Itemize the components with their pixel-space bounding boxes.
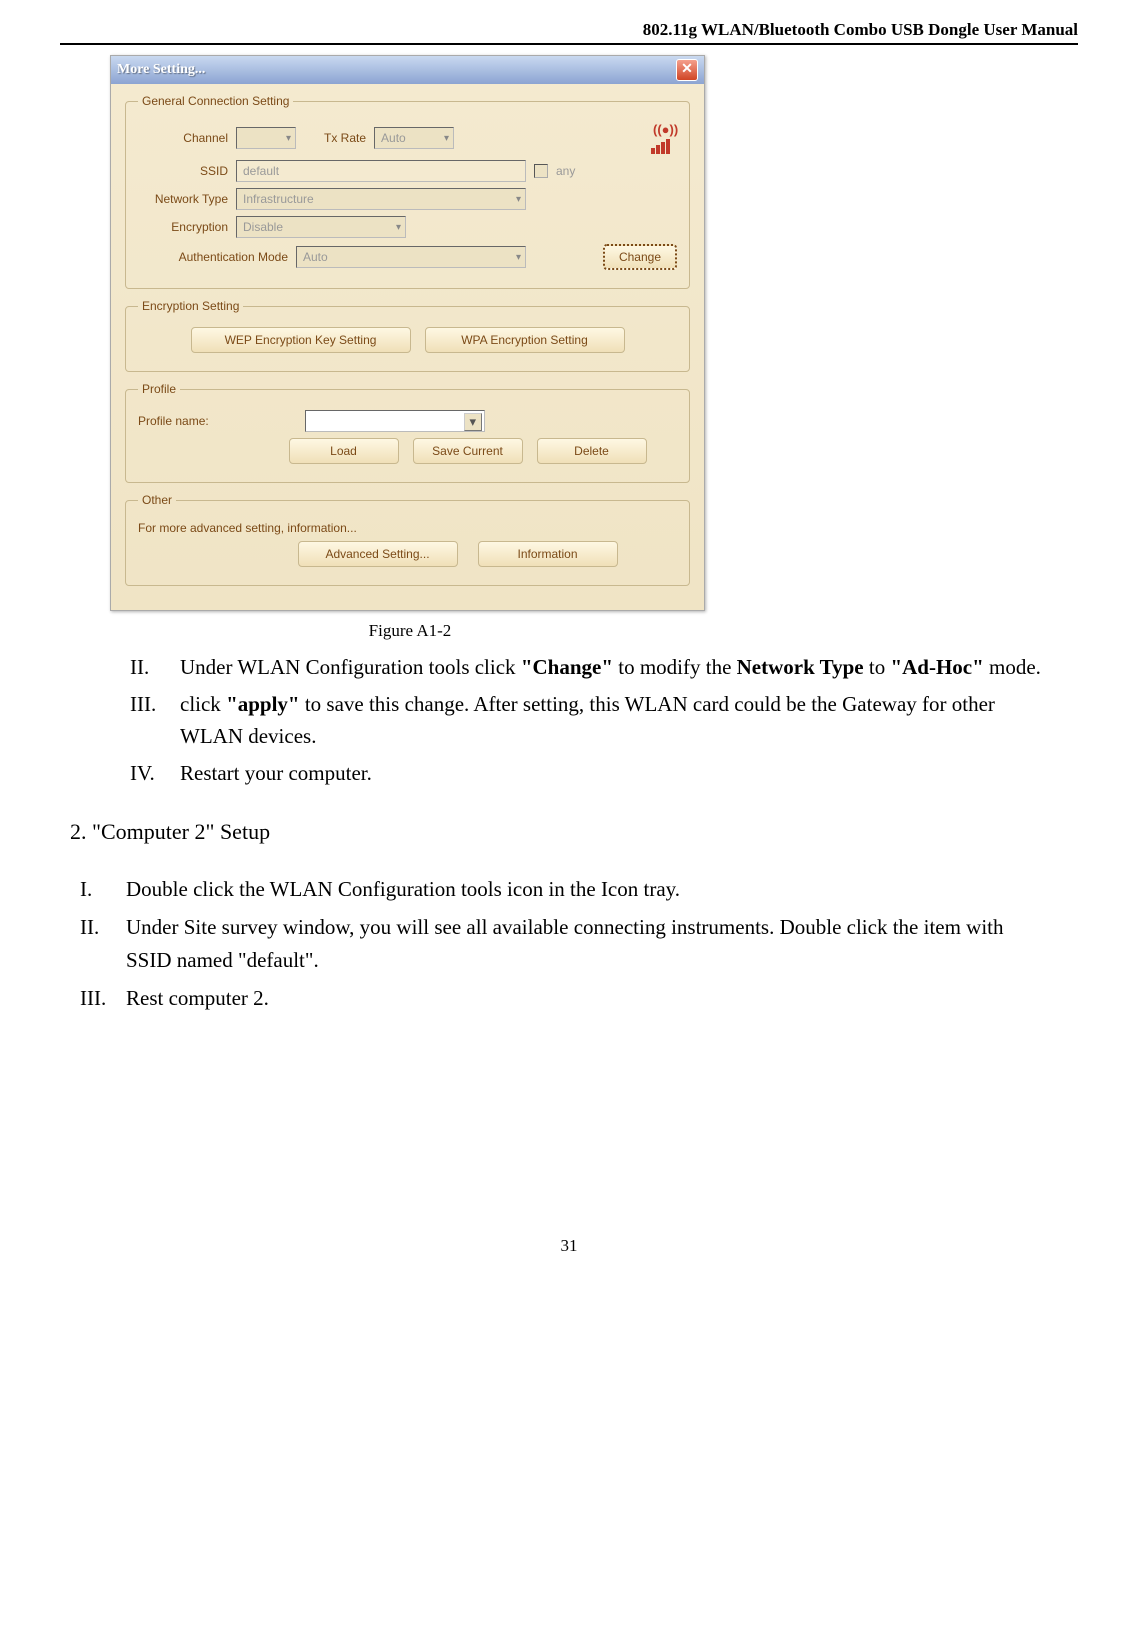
list-text: Double click the WLAN Configuration tool…: [126, 873, 1048, 907]
t: to save this change. After setting, this…: [180, 692, 995, 749]
t: to modify the: [613, 655, 737, 679]
information-button[interactable]: Information: [478, 541, 618, 567]
page-number: 31: [60, 1236, 1078, 1256]
header-rule: [60, 43, 1078, 45]
list-roman: III.: [80, 982, 126, 1016]
list-roman: II.: [80, 911, 126, 978]
general-connection-group: General Connection Setting Channel Tx Ra…: [125, 94, 690, 289]
page-header: 802.11g WLAN/Bluetooth Combo USB Dongle …: [60, 20, 1078, 40]
load-button[interactable]: Load: [289, 438, 399, 464]
encryption-setting-group: Encryption Setting WEP Encryption Key Se…: [125, 299, 690, 372]
signal-icon: ((●)): [645, 122, 677, 154]
profile-group: Profile Profile name: Load Save Current …: [125, 382, 690, 483]
wep-button[interactable]: WEP Encryption Key Setting: [191, 327, 411, 353]
t: "Change": [521, 655, 613, 679]
t: "Ad-Hoc": [890, 655, 983, 679]
t: "apply": [226, 692, 300, 716]
list-roman: I.: [80, 873, 126, 907]
close-icon[interactable]: ✕: [676, 59, 698, 81]
profile-legend: Profile: [138, 382, 180, 396]
list-text: Rest computer 2.: [126, 982, 1048, 1016]
instruction-list-2: I. Double click the WLAN Configuration t…: [80, 873, 1048, 1015]
list-roman: II.: [130, 651, 180, 684]
list-roman: IV.: [130, 757, 180, 790]
list-text: Under Site survey window, you will see a…: [126, 911, 1048, 978]
delete-button[interactable]: Delete: [537, 438, 647, 464]
list-text: Restart your computer.: [180, 757, 1048, 790]
section-heading: 2. "Computer 2" Setup: [70, 819, 1078, 845]
auth-select: Auto: [296, 246, 526, 268]
instruction-list-1: II. Under WLAN Configuration tools click…: [130, 651, 1048, 789]
encryption-select: Disable: [236, 216, 406, 238]
general-legend: General Connection Setting: [138, 94, 293, 108]
channel-select: [236, 127, 296, 149]
txrate-label: Tx Rate: [324, 131, 366, 145]
t: to: [864, 655, 891, 679]
other-group: Other For more advanced setting, informa…: [125, 493, 690, 586]
any-label: any: [556, 164, 575, 178]
any-checkbox: [534, 164, 548, 178]
list-text: Under WLAN Configuration tools click "Ch…: [180, 651, 1048, 684]
t: mode.: [984, 655, 1041, 679]
channel-label: Channel: [138, 131, 228, 145]
save-current-button[interactable]: Save Current: [413, 438, 523, 464]
change-button[interactable]: Change: [603, 244, 677, 270]
figure-caption: Figure A1-2: [260, 621, 560, 641]
titlebar: More Setting... ✕: [111, 56, 704, 84]
encryption-label: Encryption: [138, 220, 228, 234]
t: click: [180, 692, 226, 716]
list-text: click "apply" to save this change. After…: [180, 688, 1048, 753]
advanced-setting-button[interactable]: Advanced Setting...: [298, 541, 458, 567]
ssid-label: SSID: [138, 164, 228, 178]
titlebar-text: More Setting...: [117, 62, 205, 78]
other-legend: Other: [138, 493, 176, 507]
profile-name-select[interactable]: [305, 410, 485, 432]
ssid-input: [236, 160, 526, 182]
list-roman: III.: [130, 688, 180, 753]
txrate-select: Auto: [374, 127, 454, 149]
auth-label: Authentication Mode: [138, 250, 288, 264]
t: Under WLAN Configuration tools click: [180, 655, 521, 679]
wpa-button[interactable]: WPA Encryption Setting: [425, 327, 625, 353]
more-setting-dialog: More Setting... ✕ General Connection Set…: [110, 55, 705, 611]
profile-name-label: Profile name:: [138, 414, 209, 428]
t: Network Type: [737, 655, 864, 679]
other-text: For more advanced setting, information..…: [138, 521, 357, 535]
encryption-legend: Encryption Setting: [138, 299, 243, 313]
nettype-label: Network Type: [138, 192, 228, 206]
nettype-select: Infrastructure: [236, 188, 526, 210]
